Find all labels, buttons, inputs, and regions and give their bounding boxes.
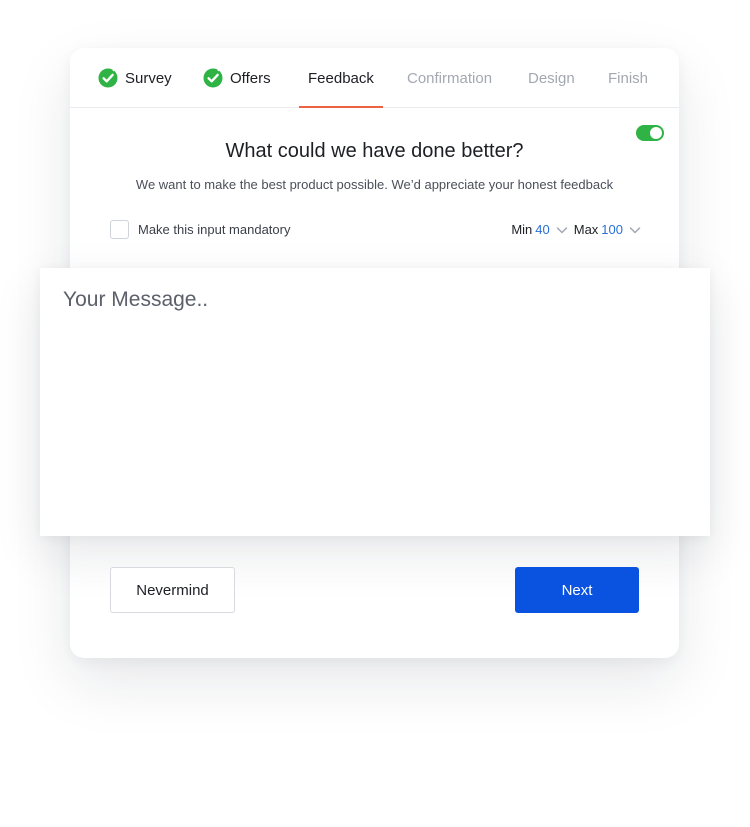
enable-toggle[interactable] [636, 125, 664, 141]
max-length-select[interactable]: Max 100 [574, 222, 641, 237]
tab-design-label: Design [528, 69, 575, 87]
nevermind-button[interactable]: Nevermind [110, 567, 235, 613]
min-label: Min [511, 222, 533, 237]
tab-offers[interactable]: Offers [203, 48, 271, 108]
mandatory-option[interactable]: Make this input mandatory [110, 220, 290, 239]
tab-survey[interactable]: Survey [98, 48, 172, 108]
next-button[interactable]: Next [515, 567, 639, 613]
chevron-down-icon [629, 226, 641, 233]
check-circle-icon [203, 68, 223, 88]
question-title: What could we have done better? [225, 140, 524, 162]
tab-feedback[interactable]: Feedback [308, 48, 374, 108]
tab-confirmation-label: Confirmation [407, 69, 493, 87]
length-limits: Min 40 Max 100 [511, 220, 641, 239]
tab-design[interactable]: Design [528, 48, 575, 108]
max-value: 100 [601, 222, 623, 237]
active-tab-indicator [299, 106, 383, 108]
mandatory-checkbox[interactable] [110, 220, 129, 239]
message-input[interactable] [40, 268, 710, 536]
tab-survey-label: Survey [125, 69, 172, 87]
chevron-down-icon [556, 226, 567, 233]
question-subtitle: We want to make the best product possibl… [135, 177, 614, 192]
tab-feedback-label: Feedback [308, 69, 374, 87]
message-box [40, 268, 710, 536]
tab-confirmation[interactable]: Confirmation [407, 48, 492, 108]
mandatory-label: Make this input mandatory [138, 222, 291, 237]
step-tabs: Survey Offers Feedback Confirmation Desi… [70, 48, 679, 108]
min-value: 40 [535, 222, 550, 237]
check-circle-icon [98, 68, 118, 88]
tab-finish-label: Finish [608, 69, 649, 87]
max-label: Max [573, 222, 599, 237]
tab-offers-label: Offers [230, 69, 271, 87]
min-length-select[interactable]: Min 40 [511, 222, 567, 237]
toggle-knob [650, 127, 662, 139]
tab-finish[interactable]: Finish [608, 48, 648, 108]
